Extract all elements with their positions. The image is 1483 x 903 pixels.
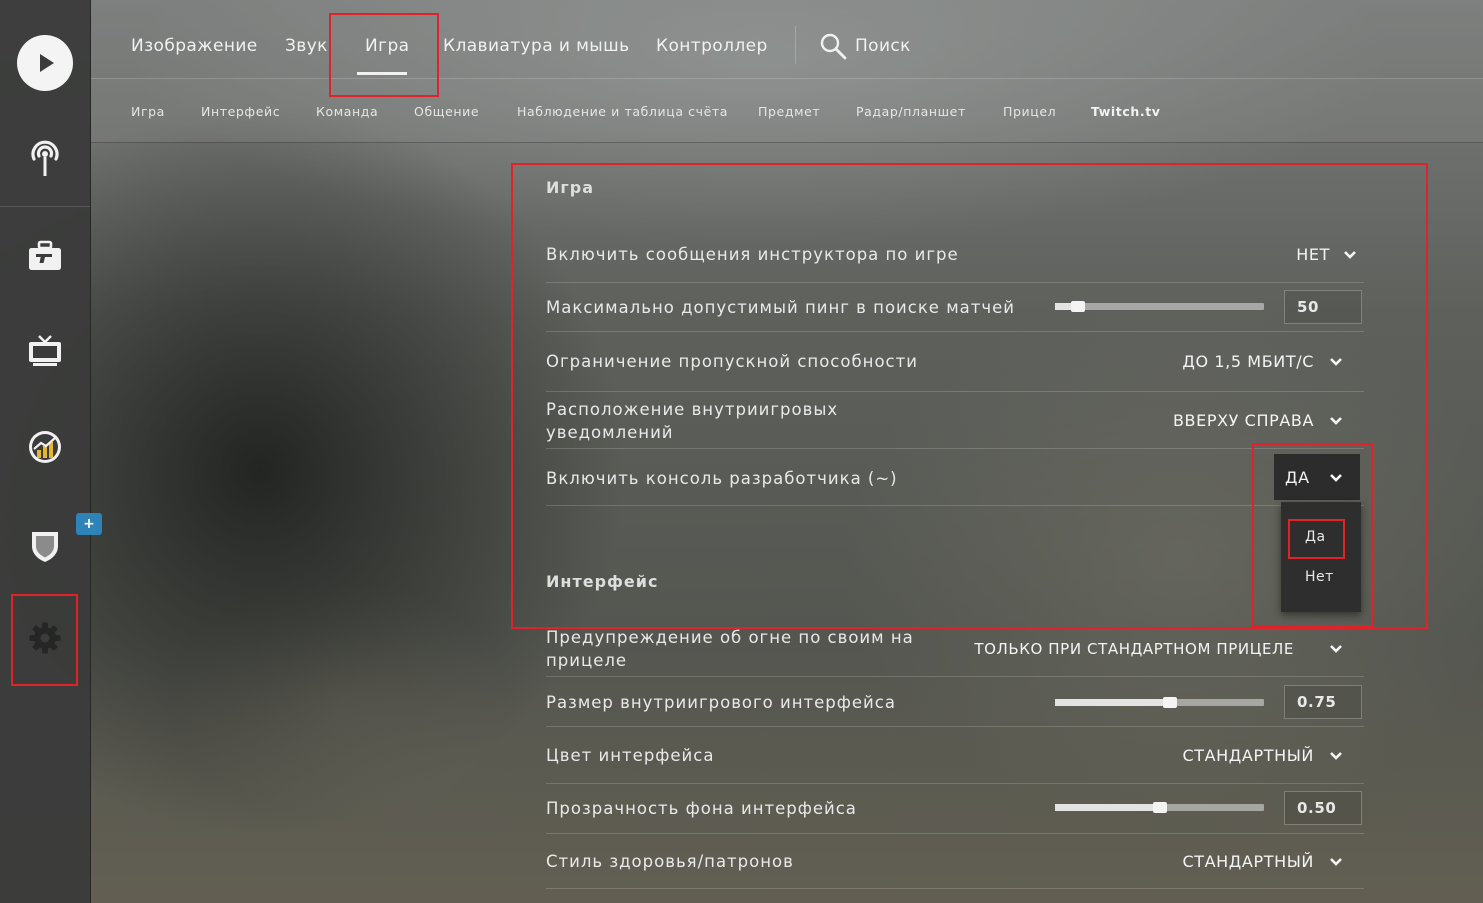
setting-label: Предупреждение об огне по своим на прице… <box>546 628 914 670</box>
subtab-radar[interactable]: Радар/планшет <box>856 104 966 119</box>
subtab-communication[interactable]: Общение <box>414 104 479 119</box>
chevron-down-icon <box>1330 858 1342 866</box>
left-sidebar: + <box>0 0 102 903</box>
subtab-team[interactable]: Команда <box>316 104 378 119</box>
setting-label: Цвет интерфейса <box>546 746 715 765</box>
broadcast-icon <box>31 140 59 176</box>
dropdown-value: ТОЛЬКО ПРИ СТАНДАРТНОМ ПРИЦЕЛЕ <box>974 640 1294 658</box>
subtab-crosshair[interactable]: Прицел <box>1003 104 1056 119</box>
subtab-game[interactable]: Игра <box>131 104 165 119</box>
setting-label: Прозрачность фона интерфейса <box>546 799 857 818</box>
sidebar-stats-button[interactable] <box>0 407 90 487</box>
chevron-down-icon <box>1330 645 1342 653</box>
briefcase-icon <box>29 240 61 270</box>
stats-icon <box>29 431 61 463</box>
slider-fill <box>1055 804 1160 811</box>
chevron-down-icon <box>1330 752 1342 760</box>
setting-row-hud-opacity: Прозрачность фона интерфейса 0.50 <box>546 784 1364 834</box>
dropdown-value: СТАНДАРТНЫЙ <box>1182 852 1314 871</box>
shield-icon <box>32 532 58 562</box>
hud-scale-slider[interactable] <box>1055 697 1264 708</box>
subtab-item[interactable]: Предмет <box>758 104 820 119</box>
slider-fill <box>1055 699 1170 706</box>
play-icon <box>17 35 73 91</box>
sidebar-divider <box>0 206 90 207</box>
search-button[interactable]: Поиск <box>819 32 929 62</box>
health-style-dropdown[interactable]: СТАНДАРТНЫЙ <box>1106 849 1366 877</box>
subtab-spectator[interactable]: Наблюдение и таблица счёта <box>517 104 728 119</box>
annotation-box-game-tab <box>329 13 439 97</box>
sidebar-operation-button[interactable]: + <box>0 503 102 583</box>
tab-controller[interactable]: Контроллер <box>656 36 768 56</box>
setting-row-hud-color: Цвет интерфейса СТАНДАРТНЫЙ <box>546 727 1364 784</box>
subtab-interface[interactable]: Интерфейс <box>201 104 280 119</box>
subtab-twitch[interactable]: Twitch.tv <box>1091 104 1161 119</box>
sidebar-watch-button[interactable] <box>0 311 90 391</box>
sidebar-play-button[interactable] <box>0 23 90 103</box>
search-icon <box>820 33 847 60</box>
setting-label: Размер внутриигрового интерфейса <box>546 693 896 712</box>
annotation-box-settings <box>11 594 78 686</box>
sidebar-inventory-button[interactable] <box>0 216 90 296</box>
sidebar-broadcast-button[interactable] <box>0 118 90 198</box>
slider-knob[interactable] <box>1162 697 1177 708</box>
hud-scale-input[interactable]: 0.75 <box>1284 685 1362 719</box>
setting-label: Стиль здоровья/патронов <box>546 852 794 871</box>
setting-row-hud-scale: Размер внутриигрового интерфейса 0.75 <box>546 677 1364 727</box>
setting-row-friendly-fire: Предупреждение об огне по своим на прице… <box>546 626 1364 677</box>
annotation-box-option-yes <box>1288 519 1345 559</box>
tab-audio[interactable]: Звук <box>285 36 328 56</box>
nav-separator <box>795 26 796 64</box>
friendly-fire-dropdown[interactable]: ТОЛЬКО ПРИ СТАНДАРТНОМ ПРИЦЕЛЕ <box>946 636 1366 664</box>
tab-keyboard-mouse[interactable]: Клавиатура и мышь <box>443 36 630 56</box>
tab-display[interactable]: Изображение <box>131 36 258 56</box>
search-label: Поиск <box>855 36 911 56</box>
hud-opacity-slider[interactable] <box>1055 802 1264 813</box>
plus-badge: + <box>76 513 102 535</box>
slider-knob[interactable] <box>1152 802 1167 813</box>
setting-row-health-style: Стиль здоровья/патронов СТАНДАРТНЫЙ <box>546 834 1364 889</box>
hud-color-dropdown[interactable]: СТАНДАРТНЫЙ <box>1106 743 1366 771</box>
hud-opacity-input[interactable]: 0.50 <box>1284 791 1362 825</box>
dropdown-value: СТАНДАРТНЫЙ <box>1182 746 1314 765</box>
tv-icon <box>29 335 61 366</box>
